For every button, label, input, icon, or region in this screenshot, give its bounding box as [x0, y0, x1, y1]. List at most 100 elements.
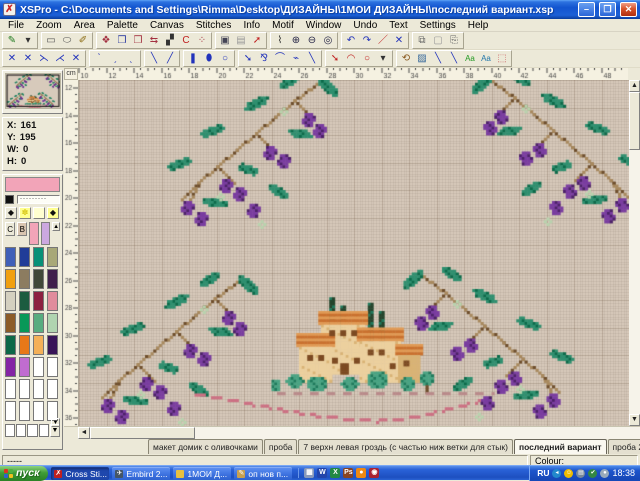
fabric-tool-icon[interactable]: ⌇ [272, 33, 288, 48]
tray-update-icon[interactable]: ● [600, 469, 609, 478]
three-quarter-stitch-2-icon[interactable]: ⋋ [36, 51, 52, 66]
maximize-button[interactable]: ❐ [599, 2, 616, 17]
menu-area[interactable]: Area [68, 19, 101, 32]
pattern-fill-tool-icon[interactable]: ▞ [162, 33, 178, 48]
thread-style-field[interactable]: --------- [17, 195, 60, 204]
taskbar-task-1[interactable]: ✈Embird 2... [112, 467, 170, 480]
recent-color-3[interactable] [39, 424, 49, 437]
upright-cross-stitch-icon[interactable]: ✕ [68, 51, 84, 66]
vertical-scroll-thumb[interactable] [629, 92, 640, 150]
palette-swatch-r7c2[interactable] [33, 401, 44, 421]
palette-swatch-r1c0[interactable] [5, 269, 16, 289]
zoom-actual-tool-icon[interactable]: ◎ [320, 33, 336, 48]
menu-settings[interactable]: Settings [414, 19, 462, 32]
language-indicator[interactable]: RU [537, 468, 549, 478]
menu-zoom[interactable]: Zoom [30, 19, 68, 32]
marquee-tool-icon[interactable]: ⬚ [494, 51, 510, 66]
refresh-tool-icon[interactable]: ⟲ [398, 51, 414, 66]
duplicate-button-icon[interactable]: ⎘ [446, 33, 462, 48]
grid-style-tool-icon[interactable]: ▨ [414, 51, 430, 66]
arc-stitch-tool-icon[interactable]: ⌁ [288, 51, 304, 66]
tab-1[interactable]: проба [264, 439, 297, 454]
menu-info[interactable]: Info [237, 19, 266, 32]
quarter-stitch-3-icon[interactable]: ˎ [123, 51, 139, 66]
pointer-tool-icon[interactable]: ➚ [249, 33, 265, 48]
french-knot-icon[interactable]: ⬮ [201, 51, 217, 66]
line-style-tool-1-icon[interactable]: ╲ [430, 51, 446, 66]
select-rect-tool-icon[interactable]: ▭ [43, 33, 59, 48]
c-mode-button[interactable]: C [5, 222, 15, 236]
b-mode-button[interactable]: B [17, 222, 27, 236]
menu-undo[interactable]: Undo [347, 19, 383, 32]
tray-display-icon[interactable]: ▤ [576, 469, 585, 478]
recent-color-0[interactable] [5, 424, 15, 437]
scroll-left-button[interactable]: ◄ [78, 427, 90, 439]
copy-page-button-icon[interactable]: ⧉ [414, 33, 430, 48]
palette-swatch-r2c3[interactable] [47, 291, 58, 311]
font-large-tool-icon[interactable]: Aa [478, 51, 494, 66]
scroll-up-button[interactable]: ▲ [629, 80, 640, 92]
black-color-swatch[interactable] [5, 195, 14, 204]
tray-antivirus-icon[interactable]: ✔ [588, 469, 597, 478]
palette-swatch-r4c1[interactable] [19, 335, 30, 355]
palette-swatch-r4c0[interactable] [5, 335, 16, 355]
copy-motif-tool-icon[interactable]: ❖ [98, 33, 114, 48]
pencil-dropdown-icon[interactable]: ▾ [20, 33, 36, 48]
curve-stitch-tool-icon[interactable]: ⌒ [272, 51, 288, 66]
mode-thread-button[interactable]: ✽ [19, 207, 31, 219]
zoom-out-tool-icon[interactable]: ⊖ [304, 33, 320, 48]
quicklaunch-word-icon[interactable]: W [317, 468, 327, 478]
vertical-scrollbar[interactable]: ▲ ▼ [628, 80, 640, 426]
scatter-tool-icon[interactable]: ⁘ [194, 33, 210, 48]
quarter-stitch-1-icon[interactable]: ˋ [91, 51, 107, 66]
select-edit-tool-icon[interactable]: ✐ [75, 33, 91, 48]
draw-line-tool-icon[interactable]: ／ [375, 33, 391, 48]
current-color-swatch[interactable] [5, 177, 60, 192]
palette-swatch-r6c2[interactable] [33, 379, 44, 399]
palette-swatch-r0c2[interactable] [33, 247, 44, 267]
new-page-button-icon[interactable]: ▢ [430, 33, 446, 48]
menu-text[interactable]: Text [383, 19, 413, 32]
menu-file[interactable]: File [2, 19, 30, 32]
cut-motif-tool-icon[interactable]: ❒ [130, 33, 146, 48]
stitch-dropdown-icon[interactable]: ▾ [375, 51, 391, 66]
palette-swatch-r1c2[interactable] [33, 269, 44, 289]
palette-swatch-lavender[interactable] [41, 222, 50, 245]
paste-motif-tool-icon[interactable]: ❒ [114, 33, 130, 48]
tray-messenger-icon[interactable]: ◂ [552, 469, 561, 478]
half-stitch-back-icon[interactable]: ╲ [146, 51, 162, 66]
quarter-stitch-2-icon[interactable]: ˏ [107, 51, 123, 66]
quicklaunch-photoshop-icon[interactable]: Ps [343, 468, 353, 478]
red-curve-tool-icon[interactable]: ◠ [343, 51, 359, 66]
tab-3[interactable]: последний вариант [514, 439, 607, 454]
horizontal-scroll-thumb[interactable] [90, 427, 195, 439]
delete-tool-icon[interactable]: ✕ [391, 33, 407, 48]
diag-stitch-tool-icon[interactable]: ╲ [304, 51, 320, 66]
menu-canvas[interactable]: Canvas [144, 19, 190, 32]
close-button[interactable]: ✕ [620, 2, 637, 17]
recent-color-1[interactable] [16, 424, 26, 437]
menu-palette[interactable]: Palette [101, 19, 144, 32]
three-quarter-stitch-1-icon[interactable]: ✕ [20, 51, 36, 66]
select-lasso-tool-icon[interactable]: ⬭ [59, 33, 75, 48]
line-style-tool-2-icon[interactable]: ╲ [446, 51, 462, 66]
red-bead-tool-icon[interactable]: ○ [359, 51, 375, 66]
palette-swatch-r2c2[interactable] [33, 291, 44, 311]
palette-swatch-r3c1[interactable] [19, 313, 30, 333]
full-cross-stitch-icon[interactable]: ✕ [4, 51, 20, 66]
palette-swatch-r2c0[interactable] [5, 291, 16, 311]
palette-swatch-pink[interactable] [29, 222, 38, 245]
palette-swatch-r5c3[interactable] [47, 357, 58, 377]
menu-motif[interactable]: Motif [266, 19, 300, 32]
mode-diamond-2-button[interactable]: ◆ [47, 207, 59, 219]
taskbar-task-2[interactable]: 1МОИ Д... [173, 467, 231, 480]
quicklaunch-media-app-icon[interactable]: ◉ [369, 468, 379, 478]
mirror-tool-icon[interactable]: ⇆ [146, 33, 162, 48]
three-quarter-stitch-3-icon[interactable]: ⋌ [52, 51, 68, 66]
pencil-tool-icon[interactable]: ✎ [4, 33, 20, 48]
palette-swatch-r5c0[interactable] [5, 357, 16, 377]
palette-swatch-r1c1[interactable] [19, 269, 30, 289]
tray-smiley-icon[interactable]: ☺ [564, 469, 573, 478]
palette-swatch-r4c2[interactable] [33, 335, 44, 355]
palette-swatch-r5c1[interactable] [19, 357, 30, 377]
